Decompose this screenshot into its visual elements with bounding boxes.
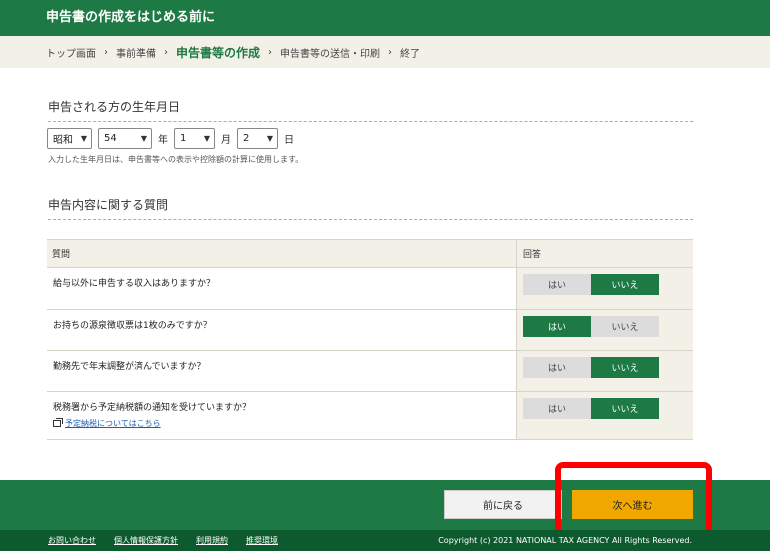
external-window-icon [53,418,63,427]
breadcrumb-step-top: トップ画面 [46,48,96,60]
answer-toggle: はい いいえ [523,398,659,419]
chevron-down-icon: ▼ [140,134,147,143]
yes-button[interactable]: はい [523,316,591,337]
yotei-nozei-link[interactable]: 予定納税についてはこちら [53,418,510,429]
answer-cell: はい いいえ [517,268,693,309]
header-title: 申告書の作成をはじめる前に [0,0,770,36]
yes-button[interactable]: はい [523,398,591,419]
footer-link-contact[interactable]: お問い合わせ [48,535,96,546]
breadcrumb-separator: › [268,46,273,58]
era-select[interactable]: 昭和 ▼ [47,128,92,149]
question-text: 税務署から予定納税額の通知を受けていますか？ [53,403,252,413]
year-value: 54 [104,133,117,144]
chevron-down-icon: ▼ [266,134,273,143]
no-button[interactable]: いいえ [591,316,659,337]
question-text: 給与以外に申告する収入はありますか？ [47,268,517,309]
no-button[interactable]: いいえ [591,357,659,378]
day-unit: 日 [284,135,294,146]
table-row: 勤務先で年末調整が済んでいますか？ はい いいえ [47,351,693,392]
year-unit: 年 [158,135,168,146]
yes-button[interactable]: はい [523,274,591,295]
questions-section-title: 申告内容に関する質問 [48,196,693,220]
day-value: 2 [243,133,250,144]
table-row: 給与以外に申告する収入はありますか？ はい いいえ [47,268,693,310]
answer-cell: はい いいえ [517,392,693,439]
month-unit: 月 [221,135,231,146]
month-select[interactable]: 1 ▼ [174,128,215,149]
era-value: 昭和 [53,135,73,146]
chevron-down-icon: ▼ [80,134,87,143]
yes-button[interactable]: はい [523,357,591,378]
breadcrumb-separator: › [164,46,168,58]
table-row: お持ちの源泉徴収票は1枚のみですか？ はい いいえ [47,310,693,351]
no-button[interactable]: いいえ [591,274,659,295]
breadcrumb-separator: › [104,46,108,58]
breadcrumb: トップ画面 › 事前準備 › 申告書等の作成 › 申告書等の送信・印刷 › 終了 [0,36,770,68]
question-table-header: 質問 回答 [47,240,693,268]
dob-section-title: 申告される方の生年月日 [48,98,693,122]
back-button[interactable]: 前に戻る [444,490,562,519]
breadcrumb-step-create: 申告書等の作成 [176,45,261,60]
highlight-box [555,462,712,537]
answer-toggle: はい いいえ [523,274,659,295]
link-label: 予定納税についてはこちら [65,419,161,428]
breadcrumb-step-prep: 事前準備 [116,48,156,60]
question-cell: 税務署から予定納税額の通知を受けていますか？ 予定納税についてはこちら [47,392,517,439]
answer-toggle: はい いいえ [523,357,659,378]
month-value: 1 [180,133,187,144]
year-select[interactable]: 54 ▼ [98,128,152,149]
table-row: 税務署から予定納税額の通知を受けていますか？ 予定納税についてはこちら はい い… [47,392,693,440]
question-table: 質問 回答 給与以外に申告する収入はありますか？ はい いいえ お持ちの源泉徴収… [47,239,693,440]
question-text: お持ちの源泉徴収票は1枚のみですか？ [47,310,517,350]
footer: お問い合わせ 個人情報保護方針 利用規約 推奨環境 Copyright (c) … [0,530,770,551]
breadcrumb-step-end: 終了 [400,48,421,60]
header-answer: 回答 [523,250,542,260]
breadcrumb-step-send: 申告書等の送信・印刷 [280,48,381,60]
copyright: Copyright (c) 2021 NATIONAL TAX AGENCY A… [438,536,692,545]
answer-cell: はい いいえ [517,351,693,391]
footer-link-environment[interactable]: 推奨環境 [246,535,278,546]
answer-cell: はい いいえ [517,310,693,350]
dob-note: 入力した生年月日は、申告書等への表示や控除額の計算に使用します。 [48,155,304,164]
footer-link-privacy[interactable]: 個人情報保護方針 [114,535,178,546]
dob-row: 昭和 ▼ 54 ▼ 年 1 ▼ 月 2 ▼ 日 [47,128,300,149]
chevron-down-icon: ▼ [203,134,210,143]
footer-link-terms[interactable]: 利用規約 [196,535,228,546]
answer-toggle: はい いいえ [523,316,659,337]
question-text: 勤務先で年末調整が済んでいますか？ [47,351,517,391]
breadcrumb-separator: › [388,46,393,58]
header-question: 質問 [47,240,517,267]
no-button[interactable]: いいえ [591,398,659,419]
day-select[interactable]: 2 ▼ [237,128,278,149]
